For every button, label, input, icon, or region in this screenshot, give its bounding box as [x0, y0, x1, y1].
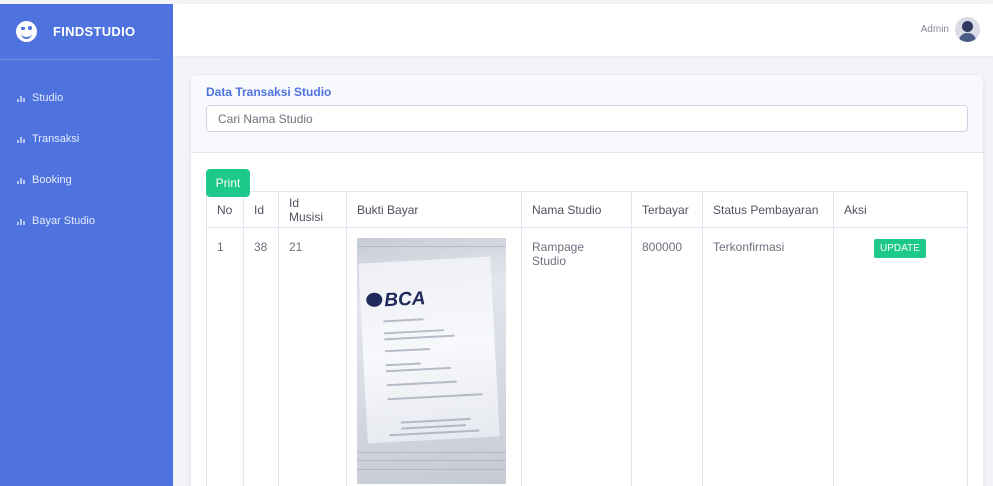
cell-aksi: UPDATE	[833, 227, 968, 486]
sidebar-item-label: Studio	[32, 91, 64, 104]
sidebar-item-studio[interactable]: Studio	[0, 77, 173, 118]
column-header-bukti-bayar: Bukti Bayar	[346, 191, 522, 228]
column-header-nama-studio: Nama Studio	[521, 191, 632, 228]
cell-terbayar: 800000	[631, 227, 703, 486]
sidebar-nav: Studio Transaksi Booking Bayar Studio	[0, 77, 173, 241]
cell-id-musisi: 21	[278, 227, 347, 486]
cell-bukti-bayar: BCA	[346, 227, 522, 486]
page-title: Data Transaksi Studio	[206, 85, 332, 99]
cell-no: 1	[206, 227, 244, 486]
bar-chart-icon	[17, 217, 27, 225]
transaction-card: Data Transaksi Studio Print No Id Id Mus…	[191, 75, 983, 486]
sidebar-item-transaksi[interactable]: Transaksi	[0, 118, 173, 159]
sidebar-item-label: Booking	[32, 173, 72, 186]
column-header-terbayar: Terbayar	[631, 191, 703, 228]
column-header-id: Id	[243, 191, 279, 228]
receipt-paper: BCA	[358, 256, 500, 444]
user-name: Admin	[920, 24, 949, 35]
column-header-id-musisi: Id Musisi	[278, 191, 347, 228]
cell-status-pembayaran: Terkonfirmasi	[702, 227, 834, 486]
payment-receipt-image: BCA	[357, 238, 506, 484]
bca-logo-icon	[365, 292, 383, 308]
bar-chart-icon	[17, 176, 27, 184]
avatar	[955, 17, 980, 42]
sidebar-item-booking[interactable]: Booking	[0, 159, 173, 200]
brand-name: FINDSTUDIO	[53, 24, 136, 39]
sidebar-item-label: Transaksi	[32, 132, 80, 145]
table-row: 1 38 21 BCA Rampage Studio 800000 Terkon…	[206, 227, 968, 486]
bank-logo-text: BCA	[383, 288, 427, 312]
sidebar-item-label: Bayar Studio	[32, 214, 95, 227]
column-header-status-pembayaran: Status Pembayaran	[702, 191, 834, 228]
cell-nama-studio: Rampage Studio	[521, 227, 632, 486]
card-header: Data Transaksi Studio	[191, 75, 983, 153]
bar-chart-icon	[17, 135, 27, 143]
cell-id: 38	[243, 227, 279, 486]
brand[interactable]: FINDSTUDIO	[0, 4, 159, 60]
smiley-logo-icon	[16, 21, 37, 42]
transactions-table: No Id Id Musisi Bukti Bayar Nama Studio …	[206, 191, 968, 486]
column-header-aksi: Aksi	[833, 191, 968, 228]
sidebar: FINDSTUDIO Studio Transaksi Booking Baya…	[0, 4, 173, 486]
bar-chart-icon	[17, 94, 27, 102]
table-header-row: No Id Id Musisi Bukti Bayar Nama Studio …	[206, 191, 968, 228]
print-button[interactable]: Print	[206, 169, 250, 197]
user-menu[interactable]: Admin	[921, 17, 980, 42]
topbar: Admin	[173, 4, 993, 56]
update-button[interactable]: UPDATE	[874, 239, 926, 258]
card-body: Print No Id Id Musisi Bukti Bayar Nama S…	[191, 153, 983, 486]
sidebar-item-bayar-studio[interactable]: Bayar Studio	[0, 200, 173, 241]
search-input[interactable]	[206, 105, 968, 132]
